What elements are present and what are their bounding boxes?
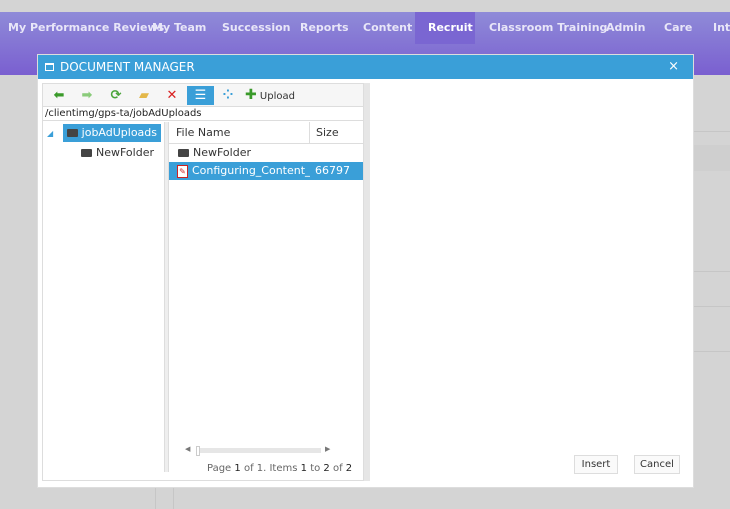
tree-item-label: NewFolder	[96, 146, 154, 159]
bg-divider	[173, 488, 174, 509]
file-row[interactable]: ✎ Configuring_Content_Vendors 66797	[169, 162, 363, 180]
new-folder-icon[interactable]: ▰	[132, 86, 156, 105]
document-manager-dialog: DOCUMENT MANAGER × ⬅ ➡ ⟳ ▰ ✕ ☰ ⁘ ✚ Uploa…	[37, 54, 694, 488]
tree-root-node[interactable]: jobAdUploads	[62, 124, 162, 142]
pane-divider	[364, 83, 370, 481]
upload-icon: ✚	[245, 87, 257, 103]
nav-recruit[interactable]: Recruit	[415, 12, 475, 44]
nav-my-team[interactable]: My Team	[144, 12, 214, 44]
folder-icon	[178, 149, 189, 157]
nav-reports[interactable]: Reports	[292, 12, 357, 44]
nav-admin[interactable]: Admin	[598, 12, 653, 44]
file-row[interactable]: NewFolder	[169, 144, 363, 162]
column-size[interactable]: Size	[309, 122, 339, 143]
nav-more[interactable]: Inte	[705, 12, 730, 44]
nav-succession[interactable]: Succession	[214, 12, 299, 44]
thumbnail-view-icon[interactable]: ⁘	[216, 86, 240, 105]
bg-divider	[694, 271, 730, 272]
grid-header: File Name Size	[169, 122, 363, 144]
file-name: Configuring_Content_Vendors	[192, 164, 310, 177]
scroll-thumb[interactable]	[196, 446, 200, 456]
nav-content[interactable]: Content	[355, 12, 420, 44]
expand-icon[interactable]: ◢	[47, 129, 53, 138]
delete-icon[interactable]: ✕	[160, 86, 184, 105]
list-view-icon[interactable]: ☰	[187, 86, 214, 105]
nav-care[interactable]: Care	[656, 12, 700, 44]
forward-icon[interactable]: ➡	[75, 86, 99, 105]
folder-icon	[81, 149, 92, 157]
pager-info: Page 1 of 1. Items 1 to 2 of 2	[207, 463, 353, 474]
dialog-titlebar: DOCUMENT MANAGER ×	[38, 55, 693, 79]
bg-divider	[694, 306, 730, 307]
back-icon[interactable]: ⬅	[47, 86, 71, 105]
close-button[interactable]: ×	[668, 55, 679, 79]
toolbar: ⬅ ➡ ⟳ ▰ ✕ ☰ ⁘ ✚ Upload	[43, 84, 363, 107]
file-grid: File Name Size NewFolder ✎ Configuring_C…	[169, 122, 363, 474]
bg-divider	[694, 131, 730, 132]
nav-classroom-training[interactable]: Classroom Training	[481, 12, 615, 44]
insert-button[interactable]: Insert	[574, 455, 618, 474]
folder-icon	[66, 129, 78, 137]
tree-root-label: jobAdUploads	[81, 126, 158, 139]
dialog-title: DOCUMENT MANAGER	[60, 60, 195, 74]
refresh-icon[interactable]: ⟳	[104, 86, 128, 105]
window-icon	[45, 63, 54, 71]
explorer-pane: ⬅ ➡ ⟳ ▰ ✕ ☰ ⁘ ✚ Upload /clientimg/gps-ta…	[42, 83, 364, 481]
cancel-button[interactable]: Cancel	[634, 455, 680, 474]
file-size: 66797	[315, 164, 350, 177]
bg-row	[694, 145, 730, 171]
tree-item[interactable]: NewFolder	[43, 144, 164, 162]
upload-button[interactable]: ✚ Upload	[245, 86, 303, 105]
path-bar: /clientimg/gps-ta/jobAdUploads	[43, 107, 363, 121]
folder-tree: ◢ jobAdUploads NewFolder	[43, 122, 165, 472]
bg-divider	[694, 351, 730, 352]
horizontal-scrollbar[interactable]: ◀ ▶	[185, 445, 333, 456]
tree-root[interactable]: ◢ jobAdUploads	[43, 124, 164, 142]
upload-label: Upload	[259, 91, 295, 102]
column-file-name[interactable]: File Name	[176, 122, 230, 144]
file-name: NewFolder	[193, 146, 251, 159]
pdf-icon: ✎	[177, 165, 188, 178]
bg-divider	[155, 488, 156, 509]
